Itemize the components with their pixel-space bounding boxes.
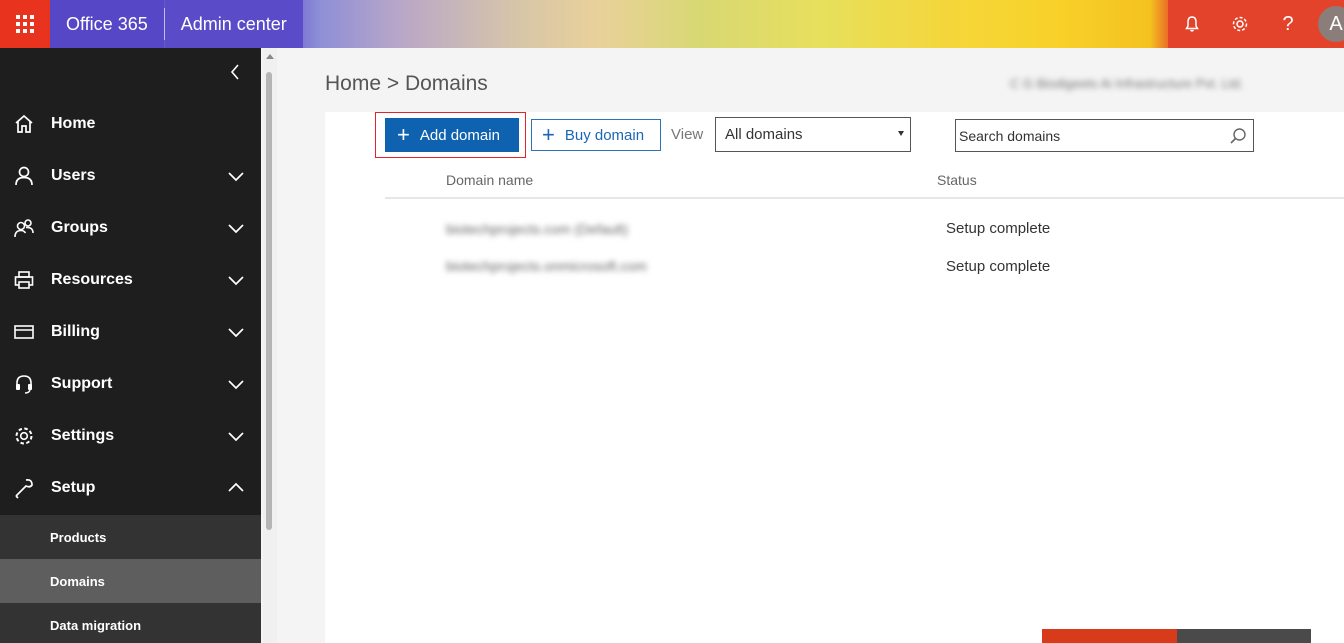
collapse-sidebar-button[interactable] [225, 60, 245, 84]
caret-down-icon [898, 131, 904, 136]
sidebar-item-users[interactable]: Users [0, 150, 261, 202]
sidebar-item-groups[interactable]: Groups [0, 202, 261, 254]
chevron-down-icon [228, 380, 244, 390]
search-input[interactable] [955, 119, 1254, 152]
avatar[interactable]: A [1318, 6, 1344, 42]
help-icon: ? [1282, 12, 1294, 35]
bottom-action-button-primary[interactable] [1042, 629, 1177, 643]
chevron-down-icon [228, 328, 244, 338]
help-button[interactable]: ? [1264, 0, 1312, 48]
sidebar-scrollbar[interactable] [263, 48, 277, 643]
gear-icon [12, 424, 36, 448]
sidebar-item-home[interactable]: Home [0, 98, 261, 150]
user-icon [12, 164, 36, 188]
sidebar-nav: Home Users Groups Resources Billing Supp… [0, 98, 261, 514]
column-header-domain-name[interactable]: Domain name [446, 172, 533, 188]
sidebar-subitem-data-migration[interactable]: Data migration [0, 603, 261, 643]
sidebar-subitem-domains[interactable]: Domains [0, 559, 261, 603]
tenant-name: C G Biodigeets Ai Infrastructure Pvt. Lt… [1010, 76, 1244, 91]
app-launcher-button[interactable] [0, 0, 50, 48]
sidebar-item-label: Setup [51, 479, 96, 496]
app-name[interactable]: Admin center [164, 0, 303, 48]
setup-subnav: Products Domains Data migration [0, 515, 261, 643]
domains-panel [325, 112, 1344, 643]
groups-icon [12, 216, 36, 240]
credit-card-icon [12, 320, 36, 344]
chevron-down-icon [228, 432, 244, 442]
gear-icon [1232, 16, 1248, 32]
app-launcher-icon [16, 15, 34, 33]
breadcrumb: Home > Domains [325, 72, 488, 95]
bottom-action-button-secondary[interactable] [1177, 629, 1311, 643]
table-row-domain-name[interactable]: biotechprojects.onmicrosoft.com [446, 258, 647, 274]
buy-domain-label: Buy domain [564, 126, 645, 144]
search-icon[interactable] [1229, 127, 1247, 145]
add-domain-button[interactable]: + Add domain [385, 118, 519, 152]
brand-name[interactable]: Office 365 [50, 0, 164, 48]
sidebar-item-settings[interactable]: Settings [0, 410, 261, 462]
top-bar: Office 365 Admin center ? A [0, 0, 1344, 48]
sidebar-item-label: Support [51, 375, 113, 392]
plus-icon: + [542, 122, 555, 147]
view-filter-value: All domains [725, 126, 803, 143]
sidebar-item-billing[interactable]: Billing [0, 306, 261, 358]
sidebar: Home Users Groups Resources Billing Supp… [0, 48, 261, 643]
view-filter-select[interactable]: All domains [715, 117, 911, 152]
table-row-status: Setup complete [946, 258, 1051, 275]
sidebar-item-resources[interactable]: Resources [0, 254, 261, 306]
headset-icon [12, 372, 36, 396]
sidebar-item-label: Billing [51, 323, 100, 340]
scroll-up-arrow-icon[interactable] [266, 54, 274, 59]
table-row-domain-name[interactable]: biotechprojects.com (Default) [446, 221, 628, 237]
sidebar-item-support[interactable]: Support [0, 358, 261, 410]
chevron-down-icon [228, 224, 244, 234]
notifications-button[interactable] [1168, 0, 1216, 48]
chevron-left-icon [230, 64, 239, 80]
sidebar-item-label: Settings [51, 427, 115, 444]
topbar-actions: ? A [1168, 0, 1344, 48]
settings-button[interactable] [1216, 0, 1264, 48]
chevron-down-icon [228, 276, 244, 286]
view-label: View [671, 126, 704, 143]
buy-domain-button[interactable]: + Buy domain [531, 119, 661, 151]
sidebar-item-label: Home [51, 115, 96, 132]
column-header-status[interactable]: Status [937, 172, 977, 188]
bell-icon [1185, 16, 1199, 32]
wrench-icon [12, 476, 36, 500]
plus-icon: + [397, 122, 410, 147]
sidebar-subitem-products[interactable]: Products [0, 515, 261, 559]
sidebar-item-label: Users [51, 167, 96, 184]
chevron-up-icon [228, 482, 244, 492]
table-row-status: Setup complete [946, 220, 1051, 237]
chevron-down-icon [228, 172, 244, 182]
printer-icon [12, 268, 36, 292]
table-header-divider [385, 197, 1344, 199]
add-domain-label: Add domain [419, 126, 500, 144]
scrollbar-thumb[interactable] [266, 72, 272, 530]
home-icon [12, 112, 36, 136]
sidebar-item-label: Resources [51, 271, 133, 288]
sidebar-item-setup[interactable]: Setup [0, 462, 261, 514]
sidebar-item-label: Groups [51, 219, 108, 236]
